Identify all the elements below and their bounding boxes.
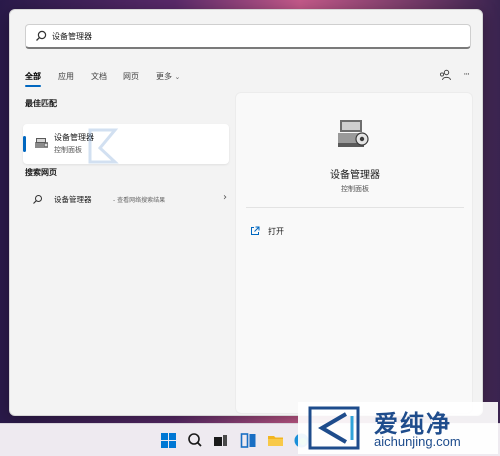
device-manager-icon	[336, 117, 372, 151]
chevron-down-icon: ⌄	[174, 73, 181, 81]
web-search-result[interactable]: 设备管理器 - 查看网络搜索结果 ›	[23, 192, 229, 208]
best-match-subtitle: 控制面板	[54, 146, 82, 154]
people-icon[interactable]	[439, 69, 452, 81]
windows-start-icon[interactable]	[160, 432, 177, 449]
detail-subtitle: 控制面板	[341, 185, 369, 193]
detail-pane: 设备管理器 控制面板 打开	[235, 92, 473, 414]
detail-title: 设备管理器	[330, 170, 380, 181]
best-match-result[interactable]: 设备管理器 控制面板	[23, 124, 229, 164]
watermark-url: aichunjing.com	[374, 434, 461, 449]
file-explorer-icon[interactable]	[267, 432, 284, 449]
more-options-icon[interactable]: ···	[463, 70, 470, 80]
brand-logo-icon	[308, 406, 360, 450]
search-input[interactable]	[52, 31, 432, 41]
filter-right-controls: ···	[439, 69, 470, 81]
open-external-icon	[250, 226, 260, 236]
search-box[interactable]	[25, 24, 471, 49]
tab-documents[interactable]: 文档	[91, 71, 107, 82]
web-search-title: 设备管理器	[54, 195, 92, 204]
tab-more[interactable]: 更多 ⌄	[156, 71, 180, 82]
open-action-label: 打开	[268, 226, 284, 236]
filter-tabs: 全部 应用 文档 网页 更多 ⌄ ···	[25, 69, 471, 87]
best-match-title: 设备管理器	[54, 133, 94, 142]
selection-indicator	[23, 136, 26, 152]
tab-more-label: 更多	[156, 72, 172, 81]
task-view-icon[interactable]	[212, 432, 229, 449]
best-match-header: 最佳匹配	[25, 99, 57, 108]
web-search-header: 搜索网页	[25, 168, 57, 177]
tab-web[interactable]: 网页	[123, 71, 139, 82]
watermark-logo: 爱纯净 aichunjing.com	[298, 402, 498, 454]
divider	[246, 207, 464, 208]
active-tab-indicator	[25, 85, 41, 87]
device-manager-icon	[34, 136, 50, 150]
widgets-icon[interactable]	[240, 432, 257, 449]
tab-all[interactable]: 全部	[25, 71, 41, 82]
web-search-subtitle: - 查看网络搜索结果	[113, 197, 166, 204]
search-icon	[34, 29, 48, 43]
search-panel: 全部 应用 文档 网页 更多 ⌄ ··· 最佳匹配 设备管理器 控制面板 搜索网…	[9, 9, 483, 416]
open-action[interactable]: 打开	[250, 223, 370, 239]
chevron-right-icon: ›	[223, 192, 227, 203]
search-icon	[32, 194, 43, 205]
tab-apps[interactable]: 应用	[58, 71, 74, 82]
search-icon[interactable]	[186, 432, 203, 449]
